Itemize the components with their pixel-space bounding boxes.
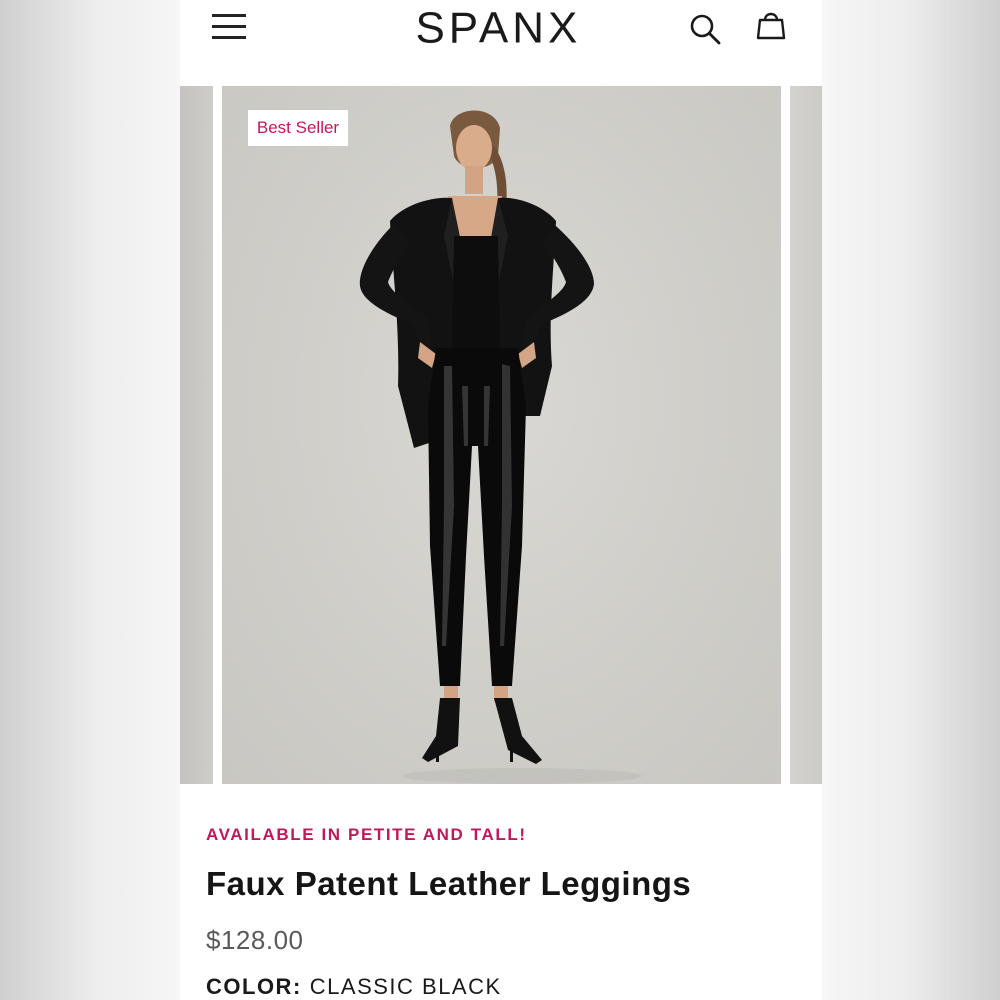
hamburger-menu-icon[interactable] bbox=[212, 12, 246, 40]
product-photo bbox=[359, 110, 642, 784]
shopping-bag-icon[interactable] bbox=[754, 8, 788, 42]
previous-slide-peek[interactable] bbox=[180, 86, 213, 784]
availability-notice: AVAILABLE IN PETITE AND TALL! bbox=[206, 825, 527, 844]
product-image-slide[interactable]: Best Seller bbox=[222, 86, 781, 784]
color-value: CLASSIC BLACK bbox=[309, 974, 502, 999]
color-selection: COLOR: CLASSIC BLACK bbox=[206, 972, 806, 1000]
backdrop-right bbox=[822, 0, 1000, 1000]
best-seller-badge: Best Seller bbox=[248, 110, 348, 146]
brand-logo[interactable]: SPANX® bbox=[386, 2, 616, 53]
product-title: Faux Patent Leather Leggings bbox=[206, 865, 692, 902]
product-price: $128.00 bbox=[206, 925, 304, 955]
backdrop-left bbox=[0, 0, 180, 1000]
search-icon[interactable] bbox=[688, 12, 722, 46]
site-header: SPANX® bbox=[180, 0, 822, 86]
product-image-carousel[interactable]: Best Seller bbox=[180, 86, 822, 784]
product-page: SPANX® bbox=[180, 0, 822, 1000]
next-slide-peek[interactable] bbox=[790, 86, 822, 784]
color-label: COLOR: bbox=[206, 974, 302, 999]
brand-logo-text: SPANX bbox=[415, 3, 582, 53]
